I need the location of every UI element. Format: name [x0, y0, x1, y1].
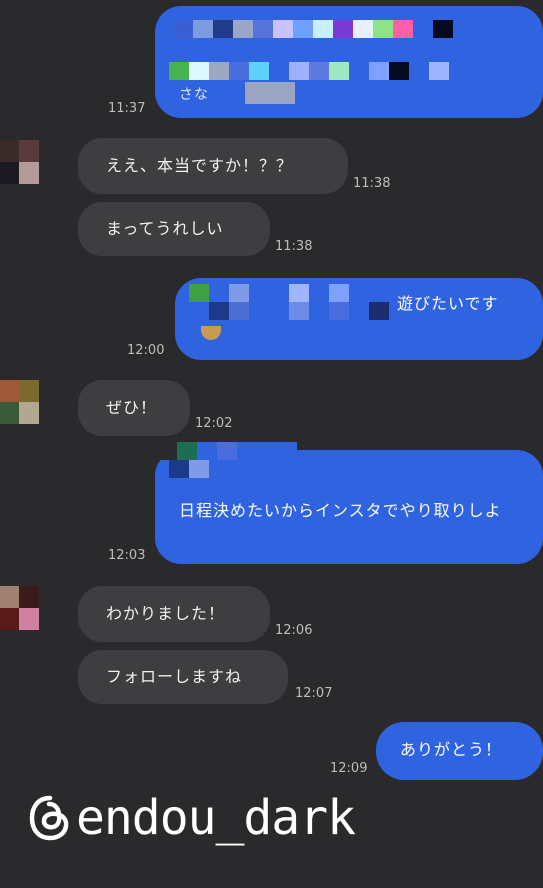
message-text: ええ、本当ですか！？？ — [106, 156, 294, 175]
message-text: ぜひ！ — [106, 398, 158, 417]
message-text: 日程決めたいからインスタでやり取りしよ — [179, 501, 502, 520]
censor-mosaic — [201, 326, 221, 340]
watermark: endou_dark — [28, 790, 356, 846]
timestamp: 11:38 — [353, 176, 391, 191]
avatar[interactable] — [0, 380, 58, 424]
message-bubble-received[interactable]: ええ、本当ですか！？？ — [78, 138, 348, 194]
message-bubble-received[interactable]: まってうれしい — [78, 202, 270, 256]
censor-mosaic — [189, 284, 389, 302]
threads-icon — [29, 795, 69, 841]
message-bubble-sent[interactable]: 日程決めたいからインスタでやり取りしよ — [155, 442, 543, 564]
censor-mosaic — [189, 302, 389, 320]
message-bubble-received[interactable]: わかりました！ — [78, 586, 270, 642]
message-bubble-received[interactable]: ぜひ！ — [78, 380, 190, 436]
message-text: さな — [179, 87, 209, 103]
message-text: フォローしますね — [106, 667, 243, 686]
timestamp: 12:02 — [195, 416, 233, 431]
message-text: わかりました！ — [106, 604, 226, 623]
message-text: 遊びたいです — [397, 294, 499, 313]
avatar[interactable] — [0, 140, 58, 184]
message-bubble-sent[interactable]: さな — [155, 6, 543, 118]
message-bubble-sent[interactable]: 遊びたいです — [175, 278, 543, 360]
avatar[interactable] — [0, 586, 58, 630]
message-text: ありがとう！ — [400, 740, 503, 759]
watermark-handle: endou_dark — [76, 790, 356, 846]
censor-mosaic — [173, 20, 453, 38]
timestamp: 12:09 — [330, 761, 368, 776]
timestamp: 12:07 — [295, 686, 333, 701]
censor-mosaic — [157, 442, 297, 460]
message-bubble-received[interactable]: フォローしますね — [78, 650, 288, 704]
censor-mosaic — [169, 460, 249, 478]
timestamp: 12:03 — [108, 548, 146, 563]
timestamp: 12:00 — [127, 343, 165, 358]
message-text: まってうれしい — [106, 219, 224, 238]
message-bubble-sent[interactable]: ありがとう！ — [376, 722, 543, 780]
timestamp: 11:37 — [108, 101, 146, 116]
censor-mosaic — [169, 62, 449, 80]
timestamp: 12:06 — [275, 623, 313, 638]
censor-mosaic — [245, 82, 295, 104]
timestamp: 11:38 — [275, 239, 313, 254]
